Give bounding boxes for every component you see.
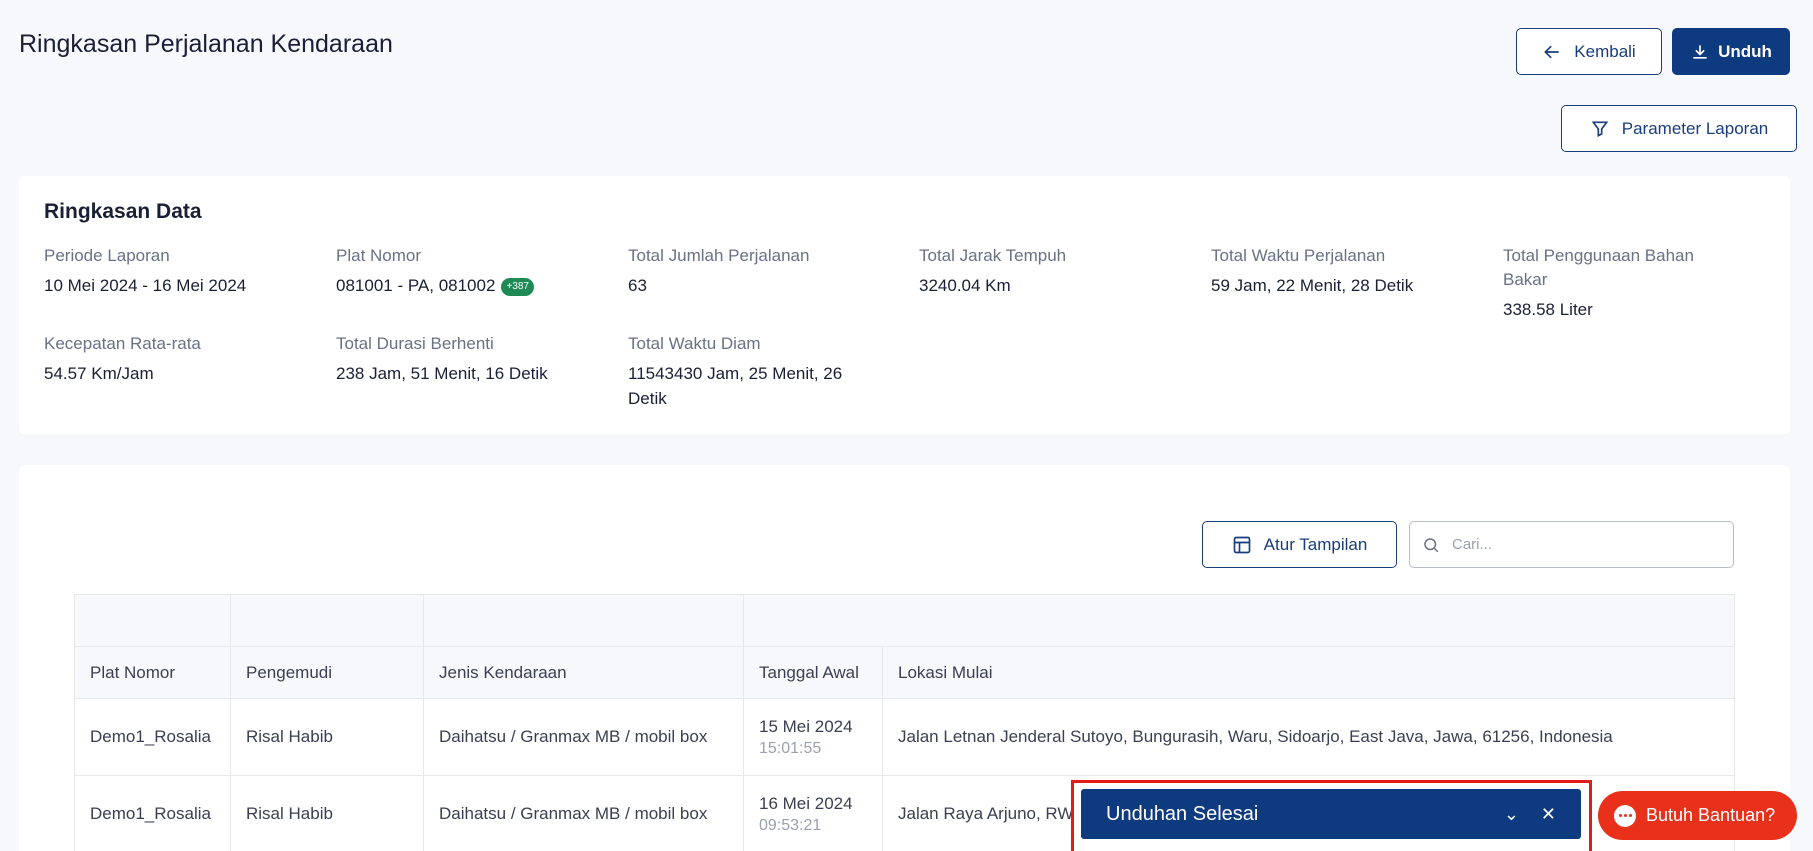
summary-card: Ringkasan Data Periode Laporan 10 Mei 20… [19,176,1790,434]
field-label: Total Durasi Berhenti [336,334,494,353]
table-header: Plat Nomor Pengemudi Jenis Kendaraan Tan… [74,646,1735,699]
table-group-header [74,594,1735,647]
cell-vehicle-type: Daihatsu / Granmax MB / mobil box [423,698,744,776]
column-header-vehicle-type[interactable]: Jenis Kendaraan [423,646,744,699]
download-complete-toast: Unduhan Selesai ⌄ ✕ [1081,789,1581,839]
layout-icon [1233,536,1251,553]
field-label: Total Waktu Perjalanan [1211,246,1386,265]
toast-title: Unduhan Selesai [1106,802,1259,825]
toast-controls: ⌄ ✕ [1504,804,1556,825]
date-value: 16 Mei 2024 [759,793,853,813]
cell-start-date: 16 Mei 2024 09:53:21 [743,775,883,851]
help-button[interactable]: Butuh Bantuan? [1598,791,1797,840]
cell-driver: Risal Habib [230,698,424,776]
search-icon [1424,537,1439,552]
back-button[interactable]: Kembali [1516,28,1662,75]
field-value: 238 Jam, 51 Menit, 16 Detik [336,364,548,383]
back-button-label: Kembali [1574,41,1636,61]
field-fuel: Total Penggunaan Bahan Bakar 338.58 Lite… [1503,244,1743,322]
chat-bubble-icon [1614,804,1636,827]
cell-start-location[interactable]: Jalan Letnan Jenderal Sutoyo, Bungurasih… [882,698,1735,776]
column-header-driver[interactable]: Pengemudi [230,646,424,699]
column-header-start-location[interactable]: Lokasi Mulai [882,646,1735,699]
field-value: 11543430 Jam, 25 Menit, 26 Detik [628,364,843,408]
plat-value: 081001 - PA, 081002 [336,276,496,295]
cell-driver: Risal Habib [230,775,424,851]
field-value: 54.57 Km/Jam [44,364,154,383]
field-value: 63 [628,276,647,295]
field-value: 10 Mei 2024 - 16 Mei 2024 [44,276,247,295]
field-label: Total Jarak Tempuh [919,246,1067,265]
field-periode: Periode Laporan 10 Mei 2024 - 16 Mei 202… [44,244,304,298]
download-button[interactable]: Unduh [1672,28,1790,75]
field-avg-speed: Kecepatan Rata-rata 54.57 Km/Jam [44,332,304,386]
field-total-trips: Total Jumlah Perjalanan 63 [628,244,888,298]
table-row[interactable]: Demo1_Rosalia Risal Habib Daihatsu / Gra… [74,698,1735,776]
field-stop-duration: Total Durasi Berhenti 238 Jam, 51 Menit,… [336,332,596,386]
field-value: 081001 - PA, 081002 +387 [336,273,596,298]
column-header-plat[interactable]: Plat Nomor [74,646,231,699]
cell-plat: Demo1_Rosalia [74,775,231,851]
close-icon[interactable]: ✕ [1541,804,1556,825]
date-value: 15 Mei 2024 [759,716,853,736]
cell-plat: Demo1_Rosalia [74,698,231,776]
field-idle-time: Total Waktu Diam 11543430 Jam, 25 Menit,… [628,332,868,411]
field-value: 3240.04 Km [919,276,1011,295]
field-total-travel-time: Total Waktu Perjalanan 59 Jam, 22 Menit,… [1211,244,1471,298]
field-label: Plat Nomor [336,246,422,265]
column-header-start-date[interactable]: Tanggal Awal [743,646,883,699]
field-label: Periode Laporan [44,246,170,265]
field-value: 59 Jam, 22 Menit, 28 Detik [1211,276,1414,295]
column-settings-label: Atur Tampilan [1263,534,1368,554]
group-cell [230,594,424,647]
cell-vehicle-type: Daihatsu / Granmax MB / mobil box [423,775,744,851]
download-icon [1693,44,1707,59]
chevron-down-icon[interactable]: ⌄ [1504,804,1519,825]
field-value: 338.58 Liter [1503,300,1593,319]
cell-start-date: 15 Mei 2024 15:01:55 [743,698,883,776]
time-value: 15:01:55 [759,739,822,757]
report-parameter-label: Parameter Laporan [1621,118,1769,138]
field-total-distance: Total Jarak Tempuh 3240.04 Km [919,244,1179,298]
group-cell [743,594,1735,647]
filter-icon [1591,121,1609,137]
search-box[interactable] [1409,521,1734,568]
download-button-label: Unduh [1718,41,1772,61]
help-label: Butuh Bantuan? [1646,805,1776,825]
time-value: 09:53:21 [759,816,822,834]
search-input[interactable] [1452,536,1712,553]
field-plat: Plat Nomor 081001 - PA, 081002 +387 [336,244,596,298]
field-label: Total Jumlah Perjalanan [628,246,810,265]
field-label: Total Penggunaan Bahan Bakar [1503,246,1694,289]
arrow-left-icon [1544,45,1559,58]
group-cell [423,594,744,647]
page-title: Ringkasan Perjalanan Kendaraan [19,30,393,58]
report-parameter-button[interactable]: Parameter Laporan [1561,105,1797,152]
column-settings-button[interactable]: Atur Tampilan [1202,521,1397,568]
field-label: Kecepatan Rata-rata [44,334,201,353]
plat-count-badge[interactable]: +387 [501,277,534,296]
group-cell [74,594,231,647]
summary-title: Ringkasan Data [44,200,202,223]
field-label: Total Waktu Diam [628,334,761,353]
